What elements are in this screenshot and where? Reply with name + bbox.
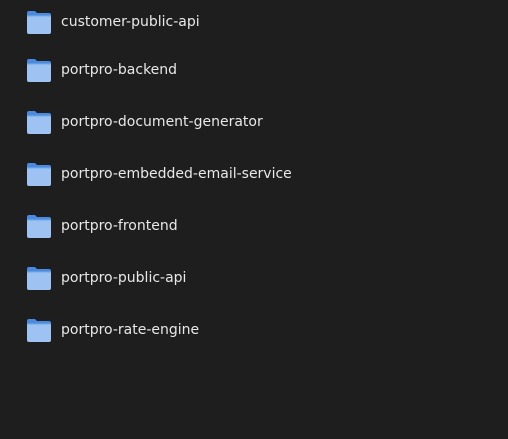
folder-label: portpro-rate-engine bbox=[61, 322, 200, 338]
folder-icon bbox=[26, 317, 52, 343]
folder-list: customer-public-api portpro-backend port… bbox=[0, 0, 508, 356]
folder-label: portpro-frontend bbox=[61, 218, 178, 234]
folder-item-portpro-rate-engine[interactable]: portpro-rate-engine bbox=[0, 304, 508, 356]
folder-item-portpro-public-api[interactable]: portpro-public-api bbox=[0, 252, 508, 304]
folder-icon bbox=[26, 109, 52, 135]
folder-item-customer-public-api[interactable]: customer-public-api bbox=[0, 0, 508, 44]
folder-item-portpro-frontend[interactable]: portpro-frontend bbox=[0, 200, 508, 252]
folder-label: portpro-embedded-email-service bbox=[61, 166, 292, 182]
folder-icon bbox=[26, 213, 52, 239]
folder-label: customer-public-api bbox=[61, 14, 200, 30]
folder-label: portpro-backend bbox=[61, 62, 178, 78]
folder-icon bbox=[26, 265, 52, 291]
folder-item-portpro-backend[interactable]: portpro-backend bbox=[0, 44, 508, 96]
folder-label: portpro-document-generator bbox=[61, 114, 263, 130]
folder-icon bbox=[26, 57, 52, 83]
folder-item-portpro-embedded-email-service[interactable]: portpro-embedded-email-service bbox=[0, 148, 508, 200]
folder-icon bbox=[26, 9, 52, 35]
folder-icon bbox=[26, 161, 52, 187]
folder-label: portpro-public-api bbox=[61, 270, 187, 286]
folder-item-portpro-document-generator[interactable]: portpro-document-generator bbox=[0, 96, 508, 148]
